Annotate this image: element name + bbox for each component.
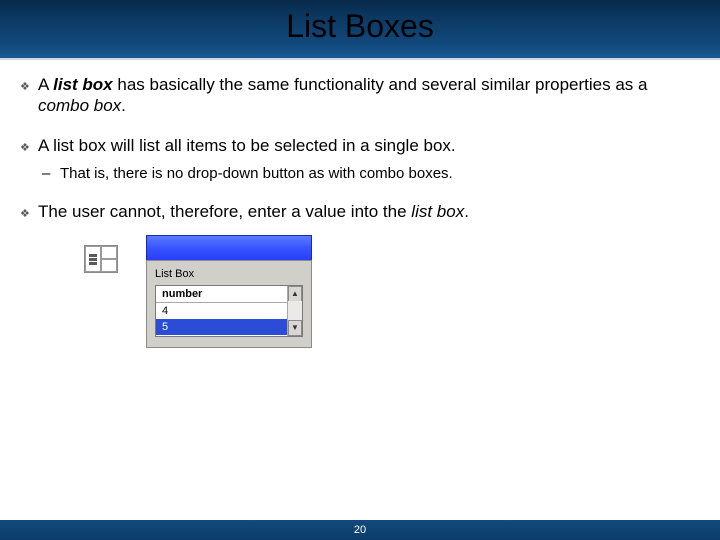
term-list-box: list box	[53, 75, 113, 94]
bullet-2-sub: – That is, there is no drop-down button …	[42, 165, 700, 184]
listbox-header: number	[156, 286, 302, 303]
page-number: 20	[0, 524, 720, 536]
term-list-box: list box	[411, 202, 464, 221]
figure: List Box number 4 5 ▲ ▼	[84, 235, 700, 348]
scroll-track[interactable]	[288, 301, 302, 321]
listbox-label: List Box	[155, 268, 303, 282]
slide-body: ❖ A list box has basically the same func…	[0, 60, 720, 348]
text: .	[464, 202, 469, 221]
toolbox-palette-icon	[84, 245, 118, 273]
diamond-bullet-icon: ❖	[20, 135, 38, 159]
title-bar: List Boxes	[0, 0, 720, 60]
scroll-up-icon[interactable]: ▲	[288, 286, 302, 302]
listbox-item[interactable]: 4	[156, 303, 302, 319]
bullet-2-text: A list box will list all items to be sel…	[38, 135, 700, 156]
text: The user cannot, therefore, enter a valu…	[38, 202, 411, 221]
listbox-item-selected[interactable]: 5	[156, 319, 302, 335]
listbox-control[interactable]: number 4 5 ▲ ▼	[155, 285, 303, 337]
bullet-1-text: A list box has basically the same functi…	[38, 74, 700, 117]
text: A	[38, 75, 53, 94]
term-combo-box: combo box	[38, 96, 121, 115]
bullet-1: ❖ A list box has basically the same func…	[20, 74, 700, 117]
diamond-bullet-icon: ❖	[20, 74, 38, 98]
dash-bullet-icon: –	[42, 165, 60, 184]
listbox-example-panel: List Box number 4 5 ▲ ▼	[146, 235, 312, 348]
text: has basically the same functionality and…	[113, 75, 648, 94]
bullet-3: ❖ The user cannot, therefore, enter a va…	[20, 201, 700, 225]
bullet-2-sub-text: That is, there is no drop-down button as…	[60, 165, 700, 184]
window-titlebar	[146, 235, 312, 260]
scroll-down-icon[interactable]: ▼	[288, 320, 302, 336]
diamond-bullet-icon: ❖	[20, 201, 38, 225]
window-body: List Box number 4 5 ▲ ▼	[146, 260, 312, 348]
slide-title: List Boxes	[0, 8, 720, 45]
bullet-2: ❖ A list box will list all items to be s…	[20, 135, 700, 159]
scrollbar[interactable]: ▲ ▼	[287, 286, 302, 336]
text: .	[121, 96, 126, 115]
bullet-3-text: The user cannot, therefore, enter a valu…	[38, 201, 700, 222]
